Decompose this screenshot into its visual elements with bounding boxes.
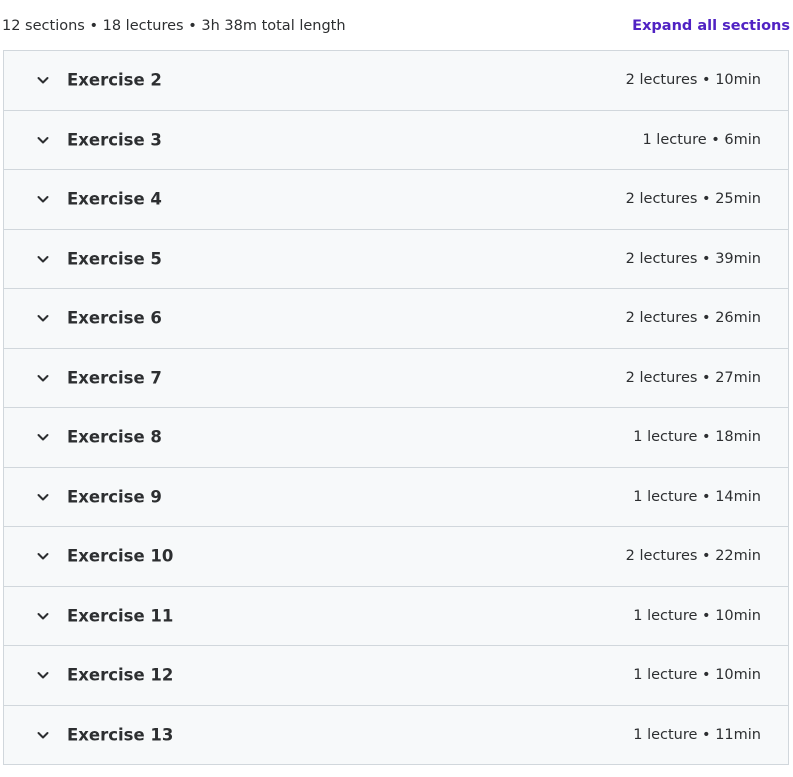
section-row[interactable]: Exercise 9 1 lecture • 14min [4,467,788,527]
section-lecture-count: 2 lectures • 22min [625,548,761,565]
section-lecture-count: 1 lecture • 10min [633,667,761,684]
chevron-down-icon [35,548,51,564]
section-title: Exercise 8 [67,427,162,447]
course-content-header: 12 sections • 18 lectures • 3h 38m total… [0,0,793,50]
section-lecture-count: 2 lectures • 39min [625,250,761,267]
chevron-down-icon [35,72,51,88]
section-title: Exercise 5 [67,249,162,269]
section-row[interactable]: Exercise 13 1 lecture • 11min [4,705,788,765]
chevron-down-icon [35,370,51,386]
chevron-down-icon [35,667,51,683]
section-lecture-count: 1 lecture • 10min [633,607,761,624]
section-title: Exercise 9 [67,487,162,507]
section-lecture-count: 2 lectures • 25min [625,191,761,208]
chevron-down-icon [35,489,51,505]
section-row[interactable]: Exercise 11 1 lecture • 10min [4,586,788,646]
section-title: Exercise 10 [67,546,174,566]
chevron-down-icon [35,727,51,743]
section-title: Exercise 11 [67,606,174,626]
section-row[interactable]: Exercise 12 1 lecture • 10min [4,646,788,706]
chevron-down-icon [35,310,51,326]
chevron-down-icon [35,608,51,624]
section-lecture-count: 2 lectures • 10min [625,72,761,89]
section-title: Exercise 4 [67,189,162,209]
section-row[interactable]: Exercise 6 2 lectures • 26min [4,289,788,349]
expand-all-sections-button[interactable]: Expand all sections [632,18,790,34]
section-title: Exercise 6 [67,308,162,328]
section-title: Exercise 3 [67,130,162,150]
section-row[interactable]: Exercise 8 1 lecture • 18min [4,408,788,468]
section-lecture-count: 1 lecture • 14min [633,488,761,505]
chevron-down-icon [35,132,51,148]
section-lecture-count: 1 lecture • 18min [633,429,761,446]
section-lecture-count: 2 lectures • 26min [625,310,761,327]
course-summary: 12 sections • 18 lectures • 3h 38m total… [2,18,346,34]
section-lecture-count: 1 lecture • 6min [642,131,761,148]
section-title: Exercise 12 [67,665,174,685]
section-lecture-count: 1 lecture • 11min [633,726,761,743]
section-row[interactable]: Exercise 4 2 lectures • 25min [4,170,788,230]
section-title: Exercise 7 [67,368,162,388]
section-row[interactable]: Exercise 5 2 lectures • 39min [4,229,788,289]
chevron-down-icon [35,429,51,445]
section-lecture-count: 2 lectures • 27min [625,369,761,386]
chevron-down-icon [35,251,51,267]
section-row[interactable]: Exercise 3 1 lecture • 6min [4,110,788,170]
section-row[interactable]: Exercise 10 2 lectures • 22min [4,527,788,587]
section-row[interactable]: Exercise 7 2 lectures • 27min [4,348,788,408]
section-list: Exercise 2 2 lectures • 10min Exercise 3… [3,50,789,765]
section-row[interactable]: Exercise 2 2 lectures • 10min [4,51,788,111]
chevron-down-icon [35,191,51,207]
section-title: Exercise 2 [67,70,162,90]
section-title: Exercise 13 [67,725,174,745]
